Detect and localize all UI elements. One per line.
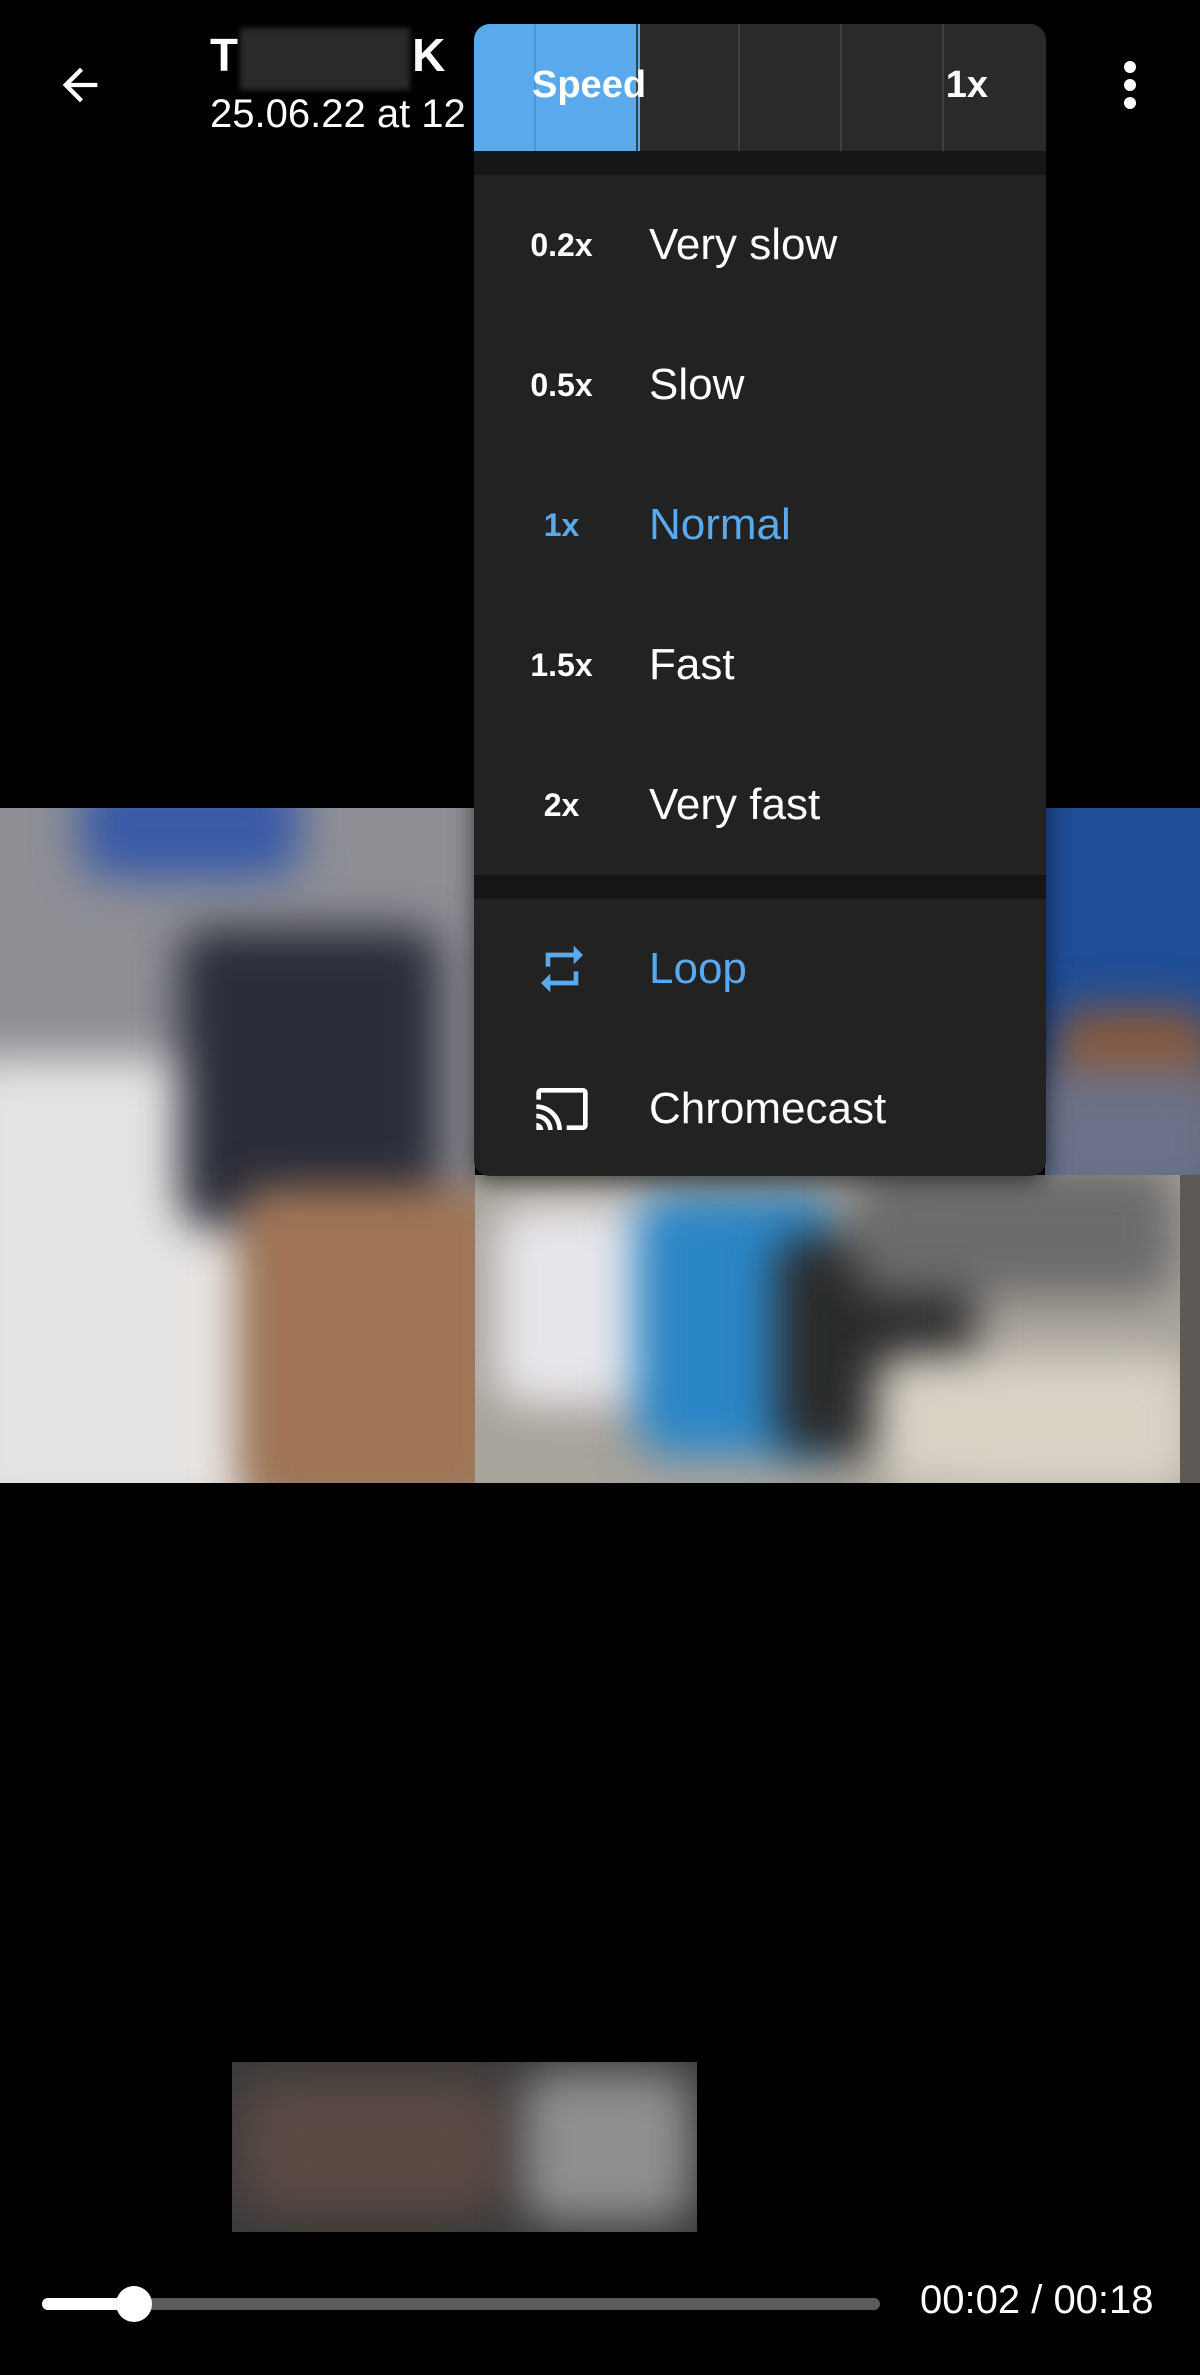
speed-badge: 0.2x (530, 226, 593, 263)
speed-option-label: Fast (649, 640, 735, 689)
seek-bar-thumb[interactable] (116, 2286, 152, 2322)
more-vertical-icon (1124, 61, 1136, 109)
video-frame-right (1045, 808, 1200, 1178)
video-frame-bottom (475, 1175, 1185, 1483)
chromecast-option[interactable]: Chromecast (474, 1039, 1046, 1176)
media-date: 25.06.22 at 12 (210, 92, 466, 136)
speed-option-very-slow[interactable]: 0.2x Very slow (474, 175, 1046, 315)
speed-option-normal[interactable]: 1x Normal (474, 455, 1046, 595)
blurred-caption (232, 2062, 697, 2232)
speed-option-label: Normal (649, 500, 791, 549)
video-frame-edge (1180, 1175, 1200, 1483)
chromecast-label: Chromecast (649, 1084, 887, 1133)
speed-slider[interactable]: Speed 1x (474, 24, 1046, 151)
playback-time: 00:02 / 00:18 (920, 2278, 1154, 2322)
speed-option-very-fast[interactable]: 2x Very fast (474, 735, 1046, 875)
speed-option-label: Very fast (649, 780, 821, 829)
speed-option-label: Very slow (649, 220, 838, 269)
speed-value: 1x (945, 64, 988, 106)
loop-option[interactable]: Loop (474, 899, 1046, 1039)
back-button[interactable] (40, 45, 120, 125)
sender-name-end: K (412, 29, 446, 82)
redacted-name (240, 28, 411, 90)
sender-name-start: T (210, 29, 239, 82)
speed-option-fast[interactable]: 1.5x Fast (474, 595, 1046, 735)
speed-badge: 1.5x (530, 646, 593, 683)
speed-badge: 2x (543, 786, 580, 823)
speed-option-label: Slow (649, 360, 745, 409)
cast-icon (474, 1081, 649, 1137)
more-options-button[interactable] (1090, 45, 1170, 125)
speed-badge: 0.5x (530, 366, 593, 403)
sender-name: TK (210, 28, 445, 90)
loop-label: Loop (649, 944, 747, 993)
video-frame-left[interactable] (0, 808, 475, 1483)
speed-badge: 1x (543, 506, 580, 543)
speed-label: Speed (532, 64, 647, 106)
repeat-icon (474, 941, 649, 997)
seek-bar[interactable] (42, 2298, 880, 2310)
speed-option-slow[interactable]: 0.5x Slow (474, 315, 1046, 455)
arrow-left-icon (62, 67, 98, 103)
playback-menu: Speed 1x 0.2x Very slow 0.5x Slow 1x Nor… (474, 24, 1046, 1176)
